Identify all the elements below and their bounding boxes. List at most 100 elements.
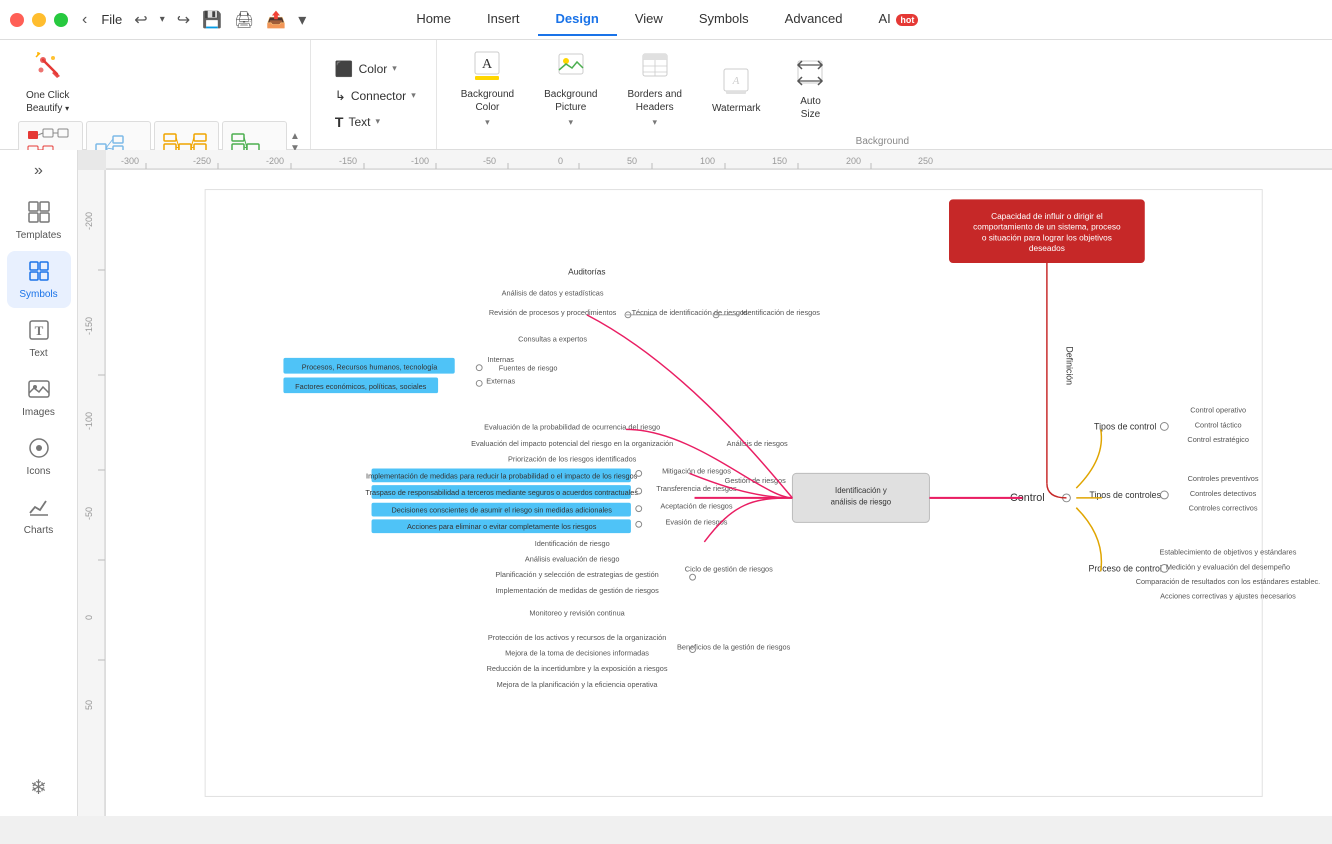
svg-text:-50: -50 [84,507,94,520]
title-bar: ‹ File ↩ ▾ ↪ 💾 🖨 📤 ▾ Home Insert Design … [0,0,1332,40]
sidebar-item-text[interactable]: T Text [7,310,71,367]
svg-text:Fuentes de riesgo: Fuentes de riesgo [499,364,558,373]
svg-text:Controles preventivos: Controles preventivos [1188,474,1259,483]
svg-text:50: 50 [84,700,94,710]
svg-text:A: A [732,75,740,87]
svg-text:Implementación de medidas de g: Implementación de medidas de gestión de … [495,586,659,595]
svg-text:Implementación de medidas para: Implementación de medidas para reducir l… [366,471,638,480]
tab-advanced[interactable]: Advanced [767,3,861,36]
text-format-button[interactable]: T Text ▾ [329,111,422,133]
connector-button[interactable]: ↳ Connector ▾ [329,85,422,107]
svg-text:Procesos, Recursos humanos, te: Procesos, Recursos humanos, tecnología [302,363,439,372]
ribbon-background-content: A BackgroundColor ▾ Background [451,46,1314,132]
svg-text:deseados: deseados [1029,243,1065,253]
sidebar-item-misc[interactable]: ❄ [7,767,71,808]
svg-text:Control táctico: Control táctico [1195,420,1242,429]
symbols-label: Symbols [19,289,57,300]
background-color-label: BackgroundColor [461,88,514,114]
ruler-left: -200 -150 -100 -50 0 [78,170,106,816]
share-button[interactable]: 📤 [262,8,290,32]
svg-text:Priorización de los riesgos id: Priorización de los riesgos identificado… [508,455,637,464]
sidebar-item-icons[interactable]: Icons [7,428,71,485]
svg-text:Protección de los activos y re: Protección de los activos y recursos de … [488,633,666,642]
canvas-wrapper[interactable]: -300 -250 -200 -150 -100 -50 0 50 100 15… [78,150,1332,816]
text-format-icon: T [335,114,344,130]
background-color-button[interactable]: A BackgroundColor ▾ [451,46,524,132]
background-picture-button[interactable]: BackgroundPicture ▾ [534,46,607,132]
redo-button[interactable]: ↪ [173,8,194,32]
color-icon: ⬛ [335,60,354,78]
tab-symbols[interactable]: Symbols [681,3,767,36]
svg-text:Aceptación de riesgos: Aceptación de riesgos [660,502,732,511]
template-scroll-up[interactable]: ▲ [290,132,300,142]
svg-text:Mitigación de riesgos: Mitigación de riesgos [662,466,731,475]
tab-insert[interactable]: Insert [469,3,538,36]
svg-text:0: 0 [84,615,94,620]
undo-button[interactable]: ↩ [130,8,151,32]
auto-size-icon [796,57,824,92]
templates-label: Templates [16,230,62,241]
svg-text:-200: -200 [84,212,94,230]
tab-home[interactable]: Home [398,3,469,36]
color-dropdown-arrow: ▾ [392,63,397,74]
borders-headers-button[interactable]: Borders andHeaders ▾ [617,46,691,132]
canvas[interactable]: Capacidad de influir o dirigir el compor… [106,170,1332,816]
one-click-label: One ClickBeautify ▾ [26,89,69,115]
ribbon: One ClickBeautify ▾ [0,40,1332,150]
maximize-button[interactable] [54,13,68,27]
save-button[interactable]: 💾 [198,8,226,32]
watermark-button[interactable]: A Watermark [702,61,771,118]
svg-text:Externas: Externas [486,376,515,385]
charts-icon [27,495,51,522]
svg-text:Capacidad de influir o dirigir: Capacidad de influir o dirigir el [991,211,1103,221]
svg-text:Monitoreo y revisión continua: Monitoreo y revisión continua [529,608,625,617]
svg-text:A: A [482,57,493,72]
svg-text:Transferencia de riesgos: Transferencia de riesgos [656,484,737,493]
connector-icon: ↳ [335,88,346,104]
svg-text:-300: -300 [121,156,139,166]
svg-text:Análisis evaluación de riesgo: Análisis evaluación de riesgo [525,555,620,564]
svg-text:200: 200 [846,156,861,166]
svg-text:Identificación y: Identificación y [835,486,887,495]
charts-label: Charts [24,525,53,536]
color-button[interactable]: ⬛ Color ▾ [329,57,422,81]
close-button[interactable] [10,13,24,27]
svg-text:Control estratégico: Control estratégico [1187,435,1249,444]
svg-text:150: 150 [772,156,787,166]
svg-text:Planificación y selección de e: Planificación y selección de estrategias… [495,570,658,579]
sidebar-toggle[interactable]: » [0,158,77,184]
svg-text:Evaluación del impacto potenci: Evaluación del impacto potencial del rie… [471,439,673,448]
back-button[interactable]: ‹ [76,9,93,31]
svg-text:Mejora de la planificación y l: Mejora de la planificación y la eficienc… [497,680,659,689]
sidebar-item-charts[interactable]: Charts [7,487,71,544]
sidebar-item-templates[interactable]: Templates [7,192,71,249]
file-menu[interactable]: File [101,12,122,27]
tab-ai[interactable]: AI hot [861,3,937,36]
sidebar-item-symbols[interactable]: Symbols [7,251,71,308]
icons-icon [27,436,51,463]
sidebar-item-images[interactable]: Images [7,369,71,426]
svg-text:Internas: Internas [487,355,514,364]
one-click-beautify-button[interactable]: One ClickBeautify ▾ [18,46,77,119]
svg-text:Identificación de riesgo: Identificación de riesgo [535,539,610,548]
connector-label: Connector [351,89,406,103]
images-label: Images [22,407,55,418]
tab-design[interactable]: Design [538,3,617,36]
tab-view[interactable]: View [617,3,681,36]
text-icon: T [27,318,51,345]
print-button[interactable]: 🖨 [230,8,258,32]
undo-dropdown[interactable]: ▾ [156,12,169,27]
left-sidebar: » Templates Symbols [0,150,78,816]
more-button[interactable]: ▾ [294,8,310,32]
one-click-icon [33,50,63,87]
auto-size-button[interactable]: AutoSize [780,53,840,125]
svg-text:Análisis de datos y estadístic: Análisis de datos y estadísticas [502,288,604,297]
templates-icon [27,200,51,227]
svg-text:-150: -150 [84,317,94,335]
svg-text:Revisión de procesos y procedi: Revisión de procesos y procedimientos [489,308,617,317]
minimize-button[interactable] [32,13,46,27]
svg-text:50: 50 [627,156,637,166]
background-color-icon: A [473,50,501,85]
svg-text:Medición y evaluación del dese: Medición y evaluación del desempeño [1166,562,1290,571]
watermark-label: Watermark [712,103,761,114]
